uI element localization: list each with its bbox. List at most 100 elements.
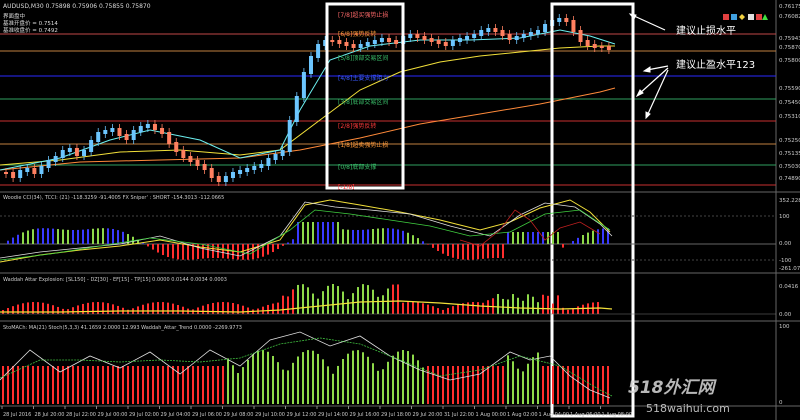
waddah-bar [212, 302, 214, 314]
candle-body [457, 38, 462, 42]
candle-body [280, 150, 285, 156]
candle-body [174, 142, 179, 152]
info-line-0: 界面盘中 [3, 12, 25, 20]
candle-body [507, 34, 512, 40]
time-tick: 29 Jul 12:00 [287, 412, 317, 418]
waddah-bar [7, 308, 9, 314]
price-tick: 0.75250 [779, 138, 800, 144]
cci-bar [582, 235, 584, 244]
candle-body [415, 34, 420, 38]
stoch-bar [357, 350, 359, 404]
stoch-bar [562, 366, 564, 404]
candle-body [287, 120, 292, 152]
waddah-bar [467, 302, 469, 314]
cci-bar [287, 242, 289, 244]
stoch-bar [442, 366, 444, 404]
candle-body [585, 40, 590, 46]
square-icon[interactable] [748, 14, 754, 20]
stoch-bar [157, 366, 159, 404]
cci-bar [462, 244, 464, 260]
stoch-bar [257, 350, 259, 404]
cci-bar [332, 222, 334, 244]
waddah-bar [157, 302, 159, 314]
level-label: [2/8]强势反转 [338, 122, 376, 130]
cci-bar [572, 241, 574, 244]
square-icon[interactable] [731, 14, 737, 20]
candle-body [103, 130, 108, 134]
candle-body [60, 150, 65, 158]
waddah-bar [247, 307, 249, 314]
chart-canvas: [7/8]超买强势止损 [6/8]强势反转 [5/8]顶部交易区间 [4/8]主要支撑… [0, 0, 800, 420]
stoch-bar [497, 366, 499, 404]
candle-body [330, 40, 335, 42]
waddah-bar [532, 296, 534, 314]
stoch-bar [392, 355, 394, 404]
waddah-bar [527, 294, 529, 314]
cci-bar [97, 228, 99, 244]
stoch-bar [347, 353, 349, 404]
cci-bar [57, 229, 59, 244]
candle-body [266, 158, 271, 166]
candle-body [528, 32, 533, 36]
candle-body [309, 56, 313, 74]
candle-body [592, 44, 597, 48]
candle-body [138, 126, 143, 132]
cci-axis-tick: 100 [779, 214, 790, 220]
time-tick: 28 Jul 22:00 [66, 412, 96, 418]
waddah-bar [177, 305, 179, 314]
stoch-bar [512, 361, 514, 404]
stoch-bar [572, 366, 574, 404]
cci-bar [537, 232, 539, 244]
stoch-bar [252, 354, 254, 404]
price-tick: 0.76175 [779, 4, 800, 10]
cci-bar [32, 229, 34, 244]
cci-axis-tick: -261.0706 [779, 266, 800, 272]
cci-bar [477, 244, 479, 260]
cci-bar [437, 244, 439, 251]
stoch-bar [77, 366, 79, 404]
waddah-bar [57, 306, 59, 314]
waddah-bar [307, 287, 309, 314]
waddah-bar [282, 295, 284, 314]
cci-bar [337, 222, 339, 244]
waddah-bar [287, 296, 289, 314]
stoch-bar [217, 366, 219, 404]
square-icon[interactable] [723, 14, 729, 20]
candle-body [429, 38, 434, 42]
stoch-bar [382, 369, 384, 404]
cci-bar [602, 228, 604, 244]
stoch-bar [522, 371, 524, 404]
price-tick: 0.75800 [779, 58, 800, 64]
cci-bar [297, 222, 299, 244]
stoch-bar [267, 351, 269, 404]
waddah-bar [297, 284, 299, 314]
stoch-axis-tick: 0 [779, 400, 783, 406]
waddah-bar [437, 308, 439, 314]
cci-bar [242, 244, 244, 260]
info-line-1: 基准开盘价 = 0.7514 [3, 19, 58, 27]
waddah-bar [547, 295, 549, 314]
cci-bar [412, 235, 414, 244]
candle-body [82, 150, 87, 156]
time-tick: 1 Aug 02:00 [507, 412, 538, 418]
square-icon[interactable] [756, 14, 762, 20]
stoch-bar [602, 366, 604, 404]
stoch-bar [337, 365, 339, 404]
stoch-bar [387, 361, 389, 404]
level-label: [0/8]底部支撑 [338, 163, 376, 171]
cci-bar [482, 244, 484, 259]
candle-body [351, 44, 356, 48]
level-label: [1/8]超卖强势止损 [338, 141, 388, 149]
waddah-bar [337, 286, 339, 314]
time-tick: 29 Jul 04:00 [161, 412, 191, 418]
time-tick: 28 Jul 2016 [3, 412, 31, 418]
time-tick: 28 Jul 20:00 [35, 412, 65, 418]
candle-body [18, 170, 23, 178]
stoch-bar [57, 366, 59, 404]
stoch-bar [147, 366, 149, 404]
stoch-bar [362, 352, 364, 404]
cci-bar [597, 229, 599, 244]
stoch-axis-tick: 100 [779, 324, 790, 330]
candle-body [564, 18, 569, 22]
candle-body [167, 132, 172, 144]
